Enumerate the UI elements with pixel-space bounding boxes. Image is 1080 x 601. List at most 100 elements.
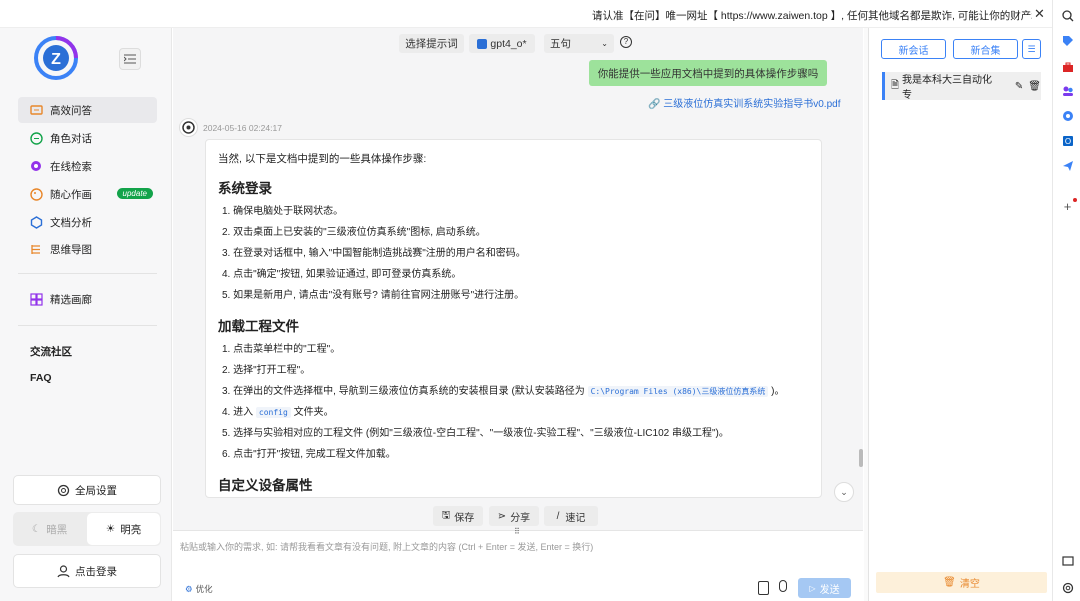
sidebar-item-label: 角色对话 [50,132,92,145]
outlook-icon[interactable]: O [1061,134,1074,147]
toolbox-icon[interactable] [1061,60,1074,73]
rounds-select[interactable]: 五句 ⌄ [544,34,614,53]
document-icon [30,215,43,229]
model-select-button[interactable]: gpt4_o* [469,34,535,53]
sidebar-item-doc[interactable]: 文档分析 [18,209,157,235]
optimize-icon: ⚙ [185,583,193,594]
sidebar-item-role[interactable]: 角色对话 [18,125,157,151]
divider [18,273,157,274]
login-button[interactable]: 点击登录 [13,554,161,588]
rounds-label: 五句 [550,38,571,50]
conversation-title: 我是本科大三自动化专 [902,75,993,101]
scroll-down-button[interactable]: ⌄ [834,482,854,502]
sidebar-item-label: 思维导图 [50,243,92,256]
scrollbar-thumb[interactable] [859,449,863,467]
assistant-answer: 当然, 以下是文档中提到的一些具体操作步骤: 系统登录 1. 确保电脑处于联网状… [205,139,822,498]
notification-dot [1073,198,1077,202]
step-text: )。 [771,386,785,397]
svg-text:O: O [1064,137,1070,146]
note-button[interactable]: / 速记 [544,506,598,526]
steps-list: 1. 点击菜单栏中的"工程"。 2. 选择"打开工程"。 3. 在弹出的文件选择… [218,339,809,465]
sidebar-item-label: 精选画廊 [50,293,92,306]
notice-bar: 请认准【在问】唯一网址【 https://www.zaiwen.top 】, 任… [0,0,1052,28]
new-collection-label: 新合集 [970,45,1001,57]
document-icon: 🗎 [891,79,900,91]
new-collection-button[interactable]: 新合集 [953,39,1018,59]
sidebar-item-label: 在线检索 [50,160,92,173]
close-icon[interactable]: ✕ [1034,6,1045,22]
step-item: 4. 进入 config 文件夹。 [222,402,809,423]
theme-light-label: 明亮 [120,523,142,536]
sidebar-link-faq[interactable]: FAQ [18,365,157,391]
code-folder: config [255,407,291,418]
send-button[interactable]: ▷ 发送 [798,578,851,598]
answer-intro: 当然, 以下是文档中提到的一些具体操作步骤: [218,153,427,165]
file-icon[interactable] [758,581,769,595]
save-button[interactable]: 🖫 保存 [433,506,483,526]
sidebar-item-gallery[interactable]: 精选画廊 [18,286,157,312]
save-label: 保存 [454,512,475,524]
step-item: 2. 双击桌面上已安装的"三级液位仿真系统"图标, 启动系统。 [222,227,486,238]
clear-button[interactable]: 🗑 清空 [876,572,1047,593]
step-text: 文件夹。 [293,407,334,418]
add-icon[interactable]: + [1061,199,1074,214]
steps-list: 1. 确保电脑处于联网状态。 2. 双击桌面上已安装的"三级液位仿真系统"图标,… [218,201,809,306]
resize-handle-icon[interactable]: ⠿ [514,527,520,536]
people-icon[interactable] [1061,84,1074,97]
list-view-button[interactable]: ☰ [1022,39,1041,59]
faq-link-label: FAQ [30,372,52,384]
browser-sidebar: O + [1052,0,1080,601]
message-input[interactable]: ⠿ 粘贴或输入你的需求, 如: 请帮我看看文章有没有问题, 附上文章的内容 (C… [173,527,863,601]
microphone-icon[interactable] [779,580,787,592]
app-logo: Z [34,36,78,80]
prompt-select-button[interactable]: 选择提示词 [399,34,464,53]
conversation-item[interactable]: 🗎 我是本科大三自动化专 ✎ 🗑 [882,72,1041,101]
theme-dark-button[interactable]: ☾ 暗黑 [13,512,86,546]
step-item: 3. 在弹出的文件选择框中, 导航到三级液位仿真系统的安装根目录 (默认安装路径… [222,381,809,402]
send-to-icon[interactable] [1061,159,1074,172]
note-label: 速记 [565,512,586,524]
share-icon: ⋗ [497,510,507,522]
collapse-sidebar-button[interactable] [119,48,141,70]
divider [18,325,157,326]
share-button[interactable]: ⋗ 分享 [489,506,539,526]
sidebar-item-search[interactable]: 在线检索 [18,153,157,179]
edit-icon[interactable]: ✎ [1015,81,1023,92]
palette-icon [30,187,43,201]
global-settings-button[interactable]: 全局设置 [13,475,161,505]
step-item: 6. 点击"打开"按钮, 完成工程文件加载。 [222,449,396,460]
community-link-label: 交流社区 [30,345,72,358]
menu-collapse-icon [124,54,136,64]
chat-icon [30,104,43,117]
sidebar-item-draw[interactable]: 随心作画 update [18,181,157,207]
delete-icon[interactable]: 🗑 [1028,81,1041,92]
sidebar-item-qa[interactable]: 高效问答 [18,97,157,123]
theme-light-button[interactable]: ☀ 明亮 [87,513,160,545]
sun-icon: ☀ [105,523,116,535]
section-title: 系统登录 [218,181,272,196]
send-icon: ▷ [809,583,816,593]
send-label: 发送 [819,584,840,596]
step-text: 4. 进入 [222,407,254,418]
sidebar-item-label: 随心作画 [50,188,92,201]
search-icon[interactable] [1061,9,1074,22]
sidebar: Z 高效问答 角色对话 在线检索 随心作画 update 文档分析 思维导图 精… [0,28,172,601]
copilot-icon[interactable] [1061,109,1074,122]
code-path: C:\Program Files (x86)\三级液位仿真系统 [587,386,769,397]
clear-label: 清空 [959,579,980,590]
step-item: 4. 点击"确定"按钮, 如果验证通过, 即可登录仿真系统。 [222,269,462,280]
sidebar-link-community[interactable]: 交流社区 [18,338,157,364]
step-item: 1. 点击菜单栏中的"工程"。 [222,344,341,355]
input-placeholder: 粘贴或输入你的需求, 如: 请帮我看看文章有没有问题, 附上文章的内容 (Ctr… [180,542,594,552]
new-chat-button[interactable]: 新会话 [881,39,946,59]
tag-icon[interactable] [1061,34,1074,47]
update-badge: update [116,188,153,199]
sidebar-item-mindmap[interactable]: 思维导图 [18,236,157,262]
step-item: 2. 选择"打开工程"。 [222,365,311,376]
model-icon [477,38,488,49]
optimize-button[interactable]: ⚙ 优化 [185,583,213,595]
help-icon[interactable]: ? [620,36,632,48]
screenshot-icon[interactable] [1061,554,1074,567]
pdf-link[interactable]: 🔗 三级液位仿真实训系统实验指导书v0.pdf [648,95,840,110]
gear-icon[interactable] [1061,581,1074,594]
